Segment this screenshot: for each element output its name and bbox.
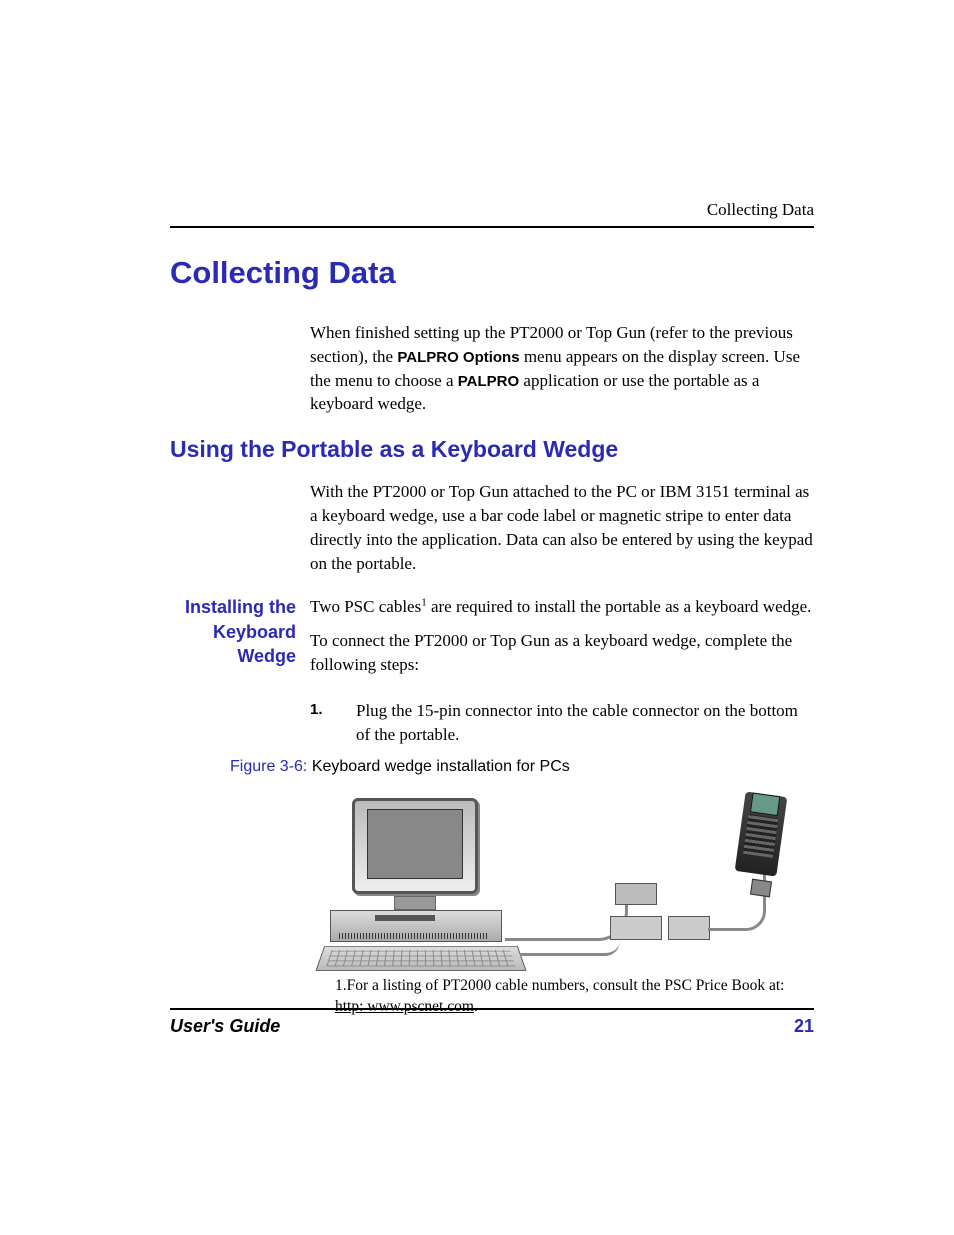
page-header: Collecting Data (170, 200, 814, 228)
figure-caption: Figure 3-6: Keyboard wedge installation … (230, 758, 814, 776)
connector-icon (668, 916, 710, 940)
section-title: Using the Portable as a Keyboard Wedge (170, 436, 814, 463)
monitor-icon (345, 798, 485, 913)
keyboard-icon (315, 947, 526, 972)
chapter-title: Collecting Data (170, 255, 814, 291)
footer-guide-label: User's Guide (170, 1016, 280, 1037)
cable-icon (520, 928, 620, 956)
figure-label: Figure 3-6: (230, 758, 307, 775)
step-text: Plug the 15-pin connector into the cable… (356, 699, 814, 747)
step-number: 1. (310, 699, 356, 747)
subsection-block: Installing the Keyboard Wedge Two PSC ca… (170, 595, 814, 690)
portable-scanner-icon (740, 788, 782, 898)
page-footer: User's Guide 21 (170, 1008, 814, 1037)
step-item: 1. Plug the 15-pin connector into the ca… (310, 699, 814, 747)
running-title: Collecting Data (707, 200, 814, 219)
subsection-content: Two PSC cables1 are required to install … (310, 595, 814, 690)
p1-text-b: are required to install the portable as … (427, 597, 812, 616)
connector-icon (615, 883, 657, 905)
footnote-lead: 1.For a listing of PT2000 cable numbers,… (335, 977, 784, 994)
page-number: 21 (794, 1016, 814, 1037)
figure-illustration (310, 788, 790, 968)
intro-paragraph: When finished setting up the PT2000 or T… (310, 321, 814, 416)
subsection-p1: Two PSC cables1 are required to install … (310, 595, 814, 619)
subsection-p2: To connect the PT2000 or Top Gun as a ke… (310, 629, 814, 677)
intro-bold-2: PALPRO (458, 373, 519, 390)
connector-icon (610, 916, 662, 940)
p1-text-a: Two PSC cables (310, 597, 421, 616)
computer-tower-icon (330, 910, 502, 942)
subsection-label: Installing the Keyboard Wedge (170, 595, 310, 690)
section-body: With the PT2000 or Top Gun attached to t… (310, 480, 814, 575)
figure-caption-text2: Keyboard wedge installation for PCs (312, 758, 570, 775)
intro-bold-1: PALPRO Options (397, 349, 519, 366)
